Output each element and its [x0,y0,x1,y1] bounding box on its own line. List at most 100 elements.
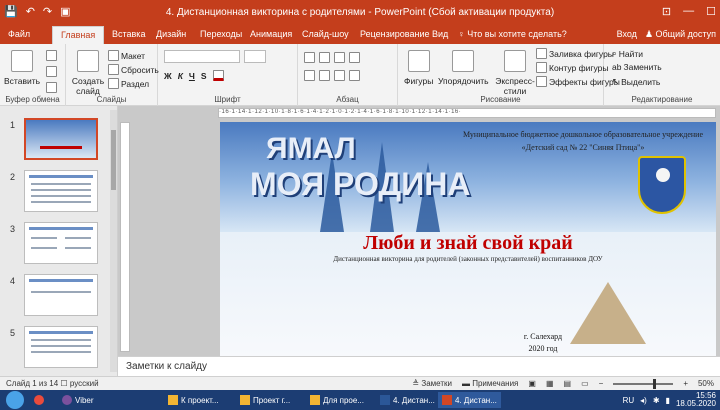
tab-animations[interactable]: Анимация [250,29,292,39]
font-color-icon[interactable] [212,70,224,81]
increase-indent-icon[interactable] [349,52,360,63]
list-buttons [304,52,360,63]
font-format-buttons: Ж К Ч S [164,70,224,81]
bold-button[interactable]: Ж [164,71,172,81]
sorter-view-icon[interactable]: ▦ [546,379,554,388]
taskbar-folder-2[interactable]: Проект г... [236,392,294,408]
tab-home[interactable]: Главная [52,26,105,44]
slide-canvas[interactable]: ЯМАЛ МОЯ РОДИНА Муниципальное бюджетное … [220,122,716,356]
ribbon-display-options-button[interactable]: ⊡ [662,5,671,18]
paste-button[interactable]: Вставить [4,50,40,86]
minimize-button[interactable]: — [683,5,694,18]
slide-thumbnail-3[interactable] [24,222,98,264]
thumb-line [31,237,57,239]
network-icon[interactable]: ▮ [666,396,670,405]
tab-view[interactable]: Вид [432,29,448,39]
bluetooth-icon[interactable]: ✱ [653,396,660,405]
org-line-1: Муниципальное бюджетное дошкольное образ… [463,130,703,139]
strikethrough-button[interactable]: S [201,71,207,81]
reset-button[interactable]: Сбросить [108,64,159,75]
volume-icon[interactable]: ◂) [640,396,647,405]
thumb-number: 2 [10,172,16,182]
notes-pane[interactable]: Заметки к слайду [118,356,720,376]
clock[interactable]: 15:56 18.05.2020 [676,392,716,408]
bullets-icon[interactable] [304,52,315,63]
zoom-in-button[interactable]: + [683,379,688,388]
paste-label: Вставить [4,76,41,86]
replace-button[interactable]: ab Заменить [612,62,662,72]
language-tray[interactable]: RU [623,396,635,405]
select-button[interactable]: ↖ Выделить [612,76,660,87]
quick-styles-button[interactable]: Экспресс-стили [495,50,535,96]
slide-subtitle[interactable]: Дистанционная викторина для родителей (з… [220,255,716,263]
signin-link[interactable]: Вход [617,29,637,40]
numbering-icon[interactable] [319,52,330,63]
copy-icon[interactable] [46,66,57,77]
scrollbar-thumb[interactable] [111,130,116,190]
tab-review[interactable]: Рецензирование [360,29,430,39]
taskbar-folder-1[interactable]: К проект... [164,392,223,408]
justify-icon[interactable] [349,70,360,81]
thumb-line [31,345,91,347]
tab-transitions[interactable]: Переходы [200,29,242,39]
taskbar-folder-3[interactable]: Для прое... [306,392,368,408]
underline-button[interactable]: Ч [189,71,195,81]
zoom-slider-handle[interactable] [653,378,657,389]
slide-thumbnail-4[interactable] [24,274,98,316]
taskbar-viber[interactable]: Viber [58,392,98,408]
taskbar-label: 4. Дистан... [455,395,497,405]
slideshow-view-icon[interactable]: ▭ [581,379,589,388]
layout-button[interactable]: Макет [108,50,145,61]
shapes-label: Фигуры [404,76,434,86]
ribbon: Вставить Буфер обмена Создать слайд Маке… [0,44,720,106]
shapes-button[interactable]: Фигуры [404,50,433,86]
maximize-button[interactable]: ☐ [706,5,716,18]
shape-fill-button[interactable]: Заливка фигуры [536,48,614,59]
thumbnails-scrollbar[interactable] [110,110,117,372]
thumb-line [65,237,91,239]
italic-button[interactable]: К [178,71,183,81]
format-painter-icon[interactable] [46,82,57,93]
align-center-icon[interactable] [319,70,330,81]
normal-view-icon[interactable]: ▣ [528,379,536,388]
tab-slideshow[interactable]: Слайд-шоу [302,29,349,39]
slide-organization: Муниципальное бюджетное дошкольное образ… [458,128,708,154]
taskbar-word[interactable]: 4. Дистан... [376,392,439,408]
spellcheck-icon[interactable]: ☐ [60,379,69,388]
find-button[interactable]: ⌕ Найти [612,48,643,59]
align-left-icon[interactable] [304,70,315,81]
section-button[interactable]: Раздел [108,78,149,89]
taskbar-chrome[interactable] [30,392,48,408]
notes-toggle[interactable]: ≜ Заметки [412,379,452,388]
slide-city[interactable]: г. Салехард [370,332,716,341]
windows-start-icon[interactable] [6,391,24,409]
slide-thumbnail-5[interactable] [24,326,98,368]
language-indicator[interactable]: русский [70,379,99,388]
decrease-indent-icon[interactable] [334,52,345,63]
slide-year[interactable]: 2020 год [370,344,716,353]
zoom-level[interactable]: 50% [698,379,714,388]
slide-thumbnail-2[interactable] [24,170,98,212]
comments-toggle[interactable]: ▬ Примечания [462,379,518,388]
chrome-icon [34,395,44,405]
slide-thumbnail-1[interactable] [24,118,98,160]
shape-outline-button[interactable]: Контур фигуры [536,62,608,73]
font-name-field[interactable] [164,50,240,63]
tell-me-search[interactable]: ♀ Что вы хотите сделать? [458,29,567,39]
slide-headline[interactable]: Люби и знай свой край [220,232,716,255]
taskbar-powerpoint[interactable]: 4. Дистан... [438,392,501,408]
zoom-slider[interactable] [613,378,674,389]
tab-insert[interactable]: Вставка [112,29,145,39]
thumb-line [31,247,57,249]
font-size-field[interactable] [244,50,266,63]
arrange-button[interactable]: Упорядочить [438,50,489,86]
tab-design[interactable]: Дизайн [156,29,186,39]
zoom-out-button[interactable]: − [599,379,604,388]
share-button[interactable]: ♟ Общий доступ [645,29,716,40]
tab-file[interactable]: Файл [8,29,30,39]
align-buttons [304,70,360,81]
align-right-icon[interactable] [334,70,345,81]
cut-icon[interactable] [46,50,57,61]
reading-view-icon[interactable]: ▤ [564,379,572,388]
new-slide-button[interactable]: Создать слайд [72,50,104,96]
